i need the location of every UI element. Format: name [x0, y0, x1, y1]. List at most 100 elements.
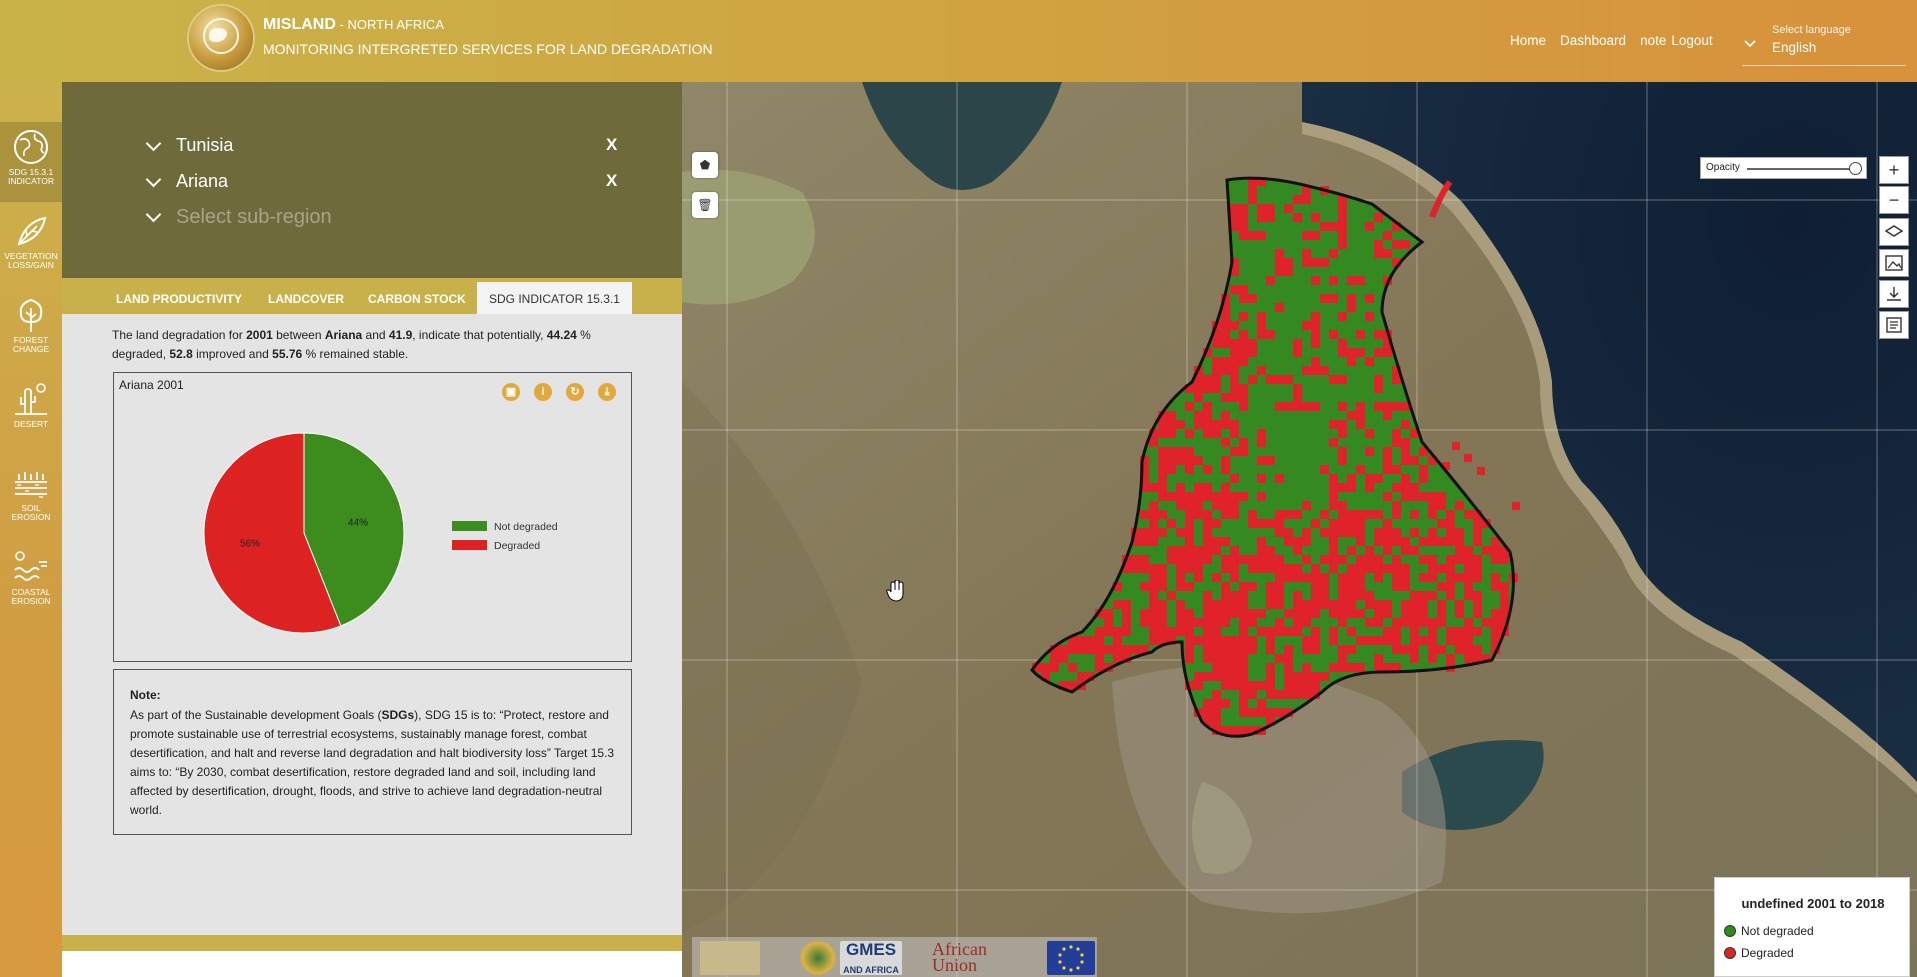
- degraded-cell: [1311, 276, 1320, 285]
- info-icon[interactable]: i: [534, 383, 552, 401]
- degraded-cell: [1338, 555, 1347, 564]
- african-union-logo-text: African Union: [932, 939, 987, 975]
- zoom-in-icon[interactable]: +: [1879, 156, 1909, 184]
- degraded-cell: [1365, 222, 1374, 231]
- opacity-slider[interactable]: Opacity: [1700, 157, 1867, 179]
- panel-bottom: [62, 951, 682, 977]
- opacity-track[interactable]: [1747, 168, 1853, 170]
- degraded-cell: [1464, 555, 1473, 564]
- chevron-down-icon[interactable]: [144, 172, 164, 192]
- degraded-cell: [1266, 663, 1275, 672]
- degraded-cell: [1428, 636, 1437, 645]
- degraded-cell: [1176, 483, 1185, 492]
- sidebar-item-sdg[interactable]: SDG 15.3.1 INDICATOR: [0, 122, 62, 202]
- image-icon[interactable]: [1879, 249, 1909, 277]
- degraded-cell: [1158, 510, 1167, 519]
- degraded-cell: [1338, 483, 1347, 492]
- degraded-cell: [1203, 492, 1212, 501]
- polygon-icon[interactable]: ⬟: [692, 152, 718, 178]
- degraded-cell: [1311, 231, 1320, 240]
- nav-note[interactable]: note: [1640, 33, 1666, 48]
- image-icon[interactable]: ▣: [502, 383, 520, 401]
- degraded-cell: [1347, 357, 1356, 366]
- sidebar-label: DESERT: [13, 419, 49, 429]
- degraded-cell: [1212, 609, 1221, 618]
- sidebar-item-soil-erosion[interactable]: SOIL EROSION: [0, 458, 62, 538]
- degraded-cell: [1221, 483, 1230, 492]
- layers-icon[interactable]: [1879, 218, 1909, 246]
- degraded-cell: [1203, 654, 1212, 663]
- degraded-cell: [1149, 483, 1158, 492]
- sidebar-item-coastal-erosion[interactable]: COASTAL EROSION: [0, 542, 62, 622]
- degraded-cell: [1086, 636, 1095, 645]
- degraded-cell: [1275, 258, 1284, 267]
- degraded-cell: [1329, 222, 1338, 231]
- degraded-cell: [1338, 339, 1347, 348]
- degraded-cell: [1428, 537, 1437, 546]
- tab-landcover[interactable]: LANDCOVER: [256, 282, 356, 314]
- degraded-cell: [1203, 528, 1212, 537]
- degraded-cell: [1491, 555, 1500, 564]
- nav-dashboard[interactable]: Dashboard: [1560, 33, 1626, 48]
- misland-logo[interactable]: [189, 6, 253, 70]
- degraded-cell: [1149, 582, 1158, 591]
- degraded-cell: [1293, 402, 1302, 411]
- tree-icon: [19, 298, 43, 332]
- degraded-cell: [1167, 465, 1176, 474]
- subregion-select[interactable]: Select sub-region: [144, 204, 624, 234]
- refresh-icon[interactable]: ↻: [566, 383, 584, 401]
- satellite-basemap[interactable]: [682, 82, 1917, 977]
- degraded-cell: [1185, 618, 1194, 627]
- degraded-cell: [1158, 420, 1167, 429]
- sidebar-item-desert[interactable]: DESERT: [0, 374, 62, 454]
- note-sdgs: SDGs: [381, 708, 415, 722]
- sidebar-item-forest[interactable]: FOREST CHANGE: [0, 290, 62, 370]
- degraded-cell: [1473, 555, 1482, 564]
- degraded-cell: [1167, 456, 1176, 465]
- download-icon[interactable]: ⤓: [598, 383, 616, 401]
- degraded-cell: [1257, 492, 1266, 501]
- degraded-cell: [1437, 564, 1446, 573]
- degraded-cell: [1149, 564, 1158, 573]
- opacity-handle[interactable]: [1849, 162, 1862, 175]
- degraded-cell: [1059, 654, 1068, 663]
- chevron-down-icon[interactable]: [144, 207, 164, 227]
- degraded-cell: [1257, 456, 1266, 465]
- nav-home[interactable]: Home: [1510, 33, 1546, 48]
- degraded-cell: [1365, 591, 1374, 600]
- leaf-icon: [17, 216, 47, 246]
- document-icon[interactable]: [1879, 311, 1909, 339]
- tab-carbon-stock[interactable]: CARBON STOCK: [356, 282, 478, 314]
- tab-land-productivity[interactable]: LAND PRODUCTIVITY: [104, 282, 254, 314]
- sidebar-item-vegetation[interactable]: VEGETATION LOSS/GAIN: [0, 206, 62, 286]
- map-view[interactable]: ⬟ 🗑 Opacity + − undefined 2001 to 2018 N…: [682, 82, 1917, 977]
- degraded-cell: [1329, 492, 1338, 501]
- degraded-cell: [1221, 492, 1230, 501]
- clear-region-button[interactable]: X: [606, 171, 617, 191]
- degraded-cell: [1365, 510, 1374, 519]
- nav-logout[interactable]: Logout: [1671, 33, 1712, 48]
- degraded-cell: [1185, 627, 1194, 636]
- country-select[interactable]: Tunisia X: [144, 133, 624, 163]
- trash-icon[interactable]: 🗑: [692, 192, 718, 218]
- degraded-cell: [1122, 618, 1131, 627]
- region-select[interactable]: Ariana X: [144, 169, 624, 199]
- download-icon[interactable]: [1879, 280, 1909, 308]
- degraded-cell: [1338, 213, 1347, 222]
- degraded-cell: [1266, 582, 1275, 591]
- degraded-cell: [1401, 240, 1410, 249]
- degraded-cell: [1176, 564, 1185, 573]
- degraded-cell: [1347, 510, 1356, 519]
- degraded-cell: [1365, 546, 1374, 555]
- chevron-down-icon[interactable]: [144, 136, 164, 156]
- clear-country-button[interactable]: X: [606, 135, 617, 155]
- tab-sdg-indicator[interactable]: SDG INDICATOR 15.3.1: [477, 282, 632, 314]
- zoom-out-icon[interactable]: −: [1879, 186, 1909, 214]
- degraded-cell: [1239, 384, 1248, 393]
- degraded-cell: [1221, 672, 1230, 681]
- degraded-cell: [1455, 573, 1464, 582]
- degraded-cell: [1050, 663, 1059, 672]
- degraded-cell: [1347, 645, 1356, 654]
- indicator-tabs: LAND PRODUCTIVITY LANDCOVER CARBON STOCK…: [62, 278, 682, 314]
- degraded-cell: [1383, 492, 1392, 501]
